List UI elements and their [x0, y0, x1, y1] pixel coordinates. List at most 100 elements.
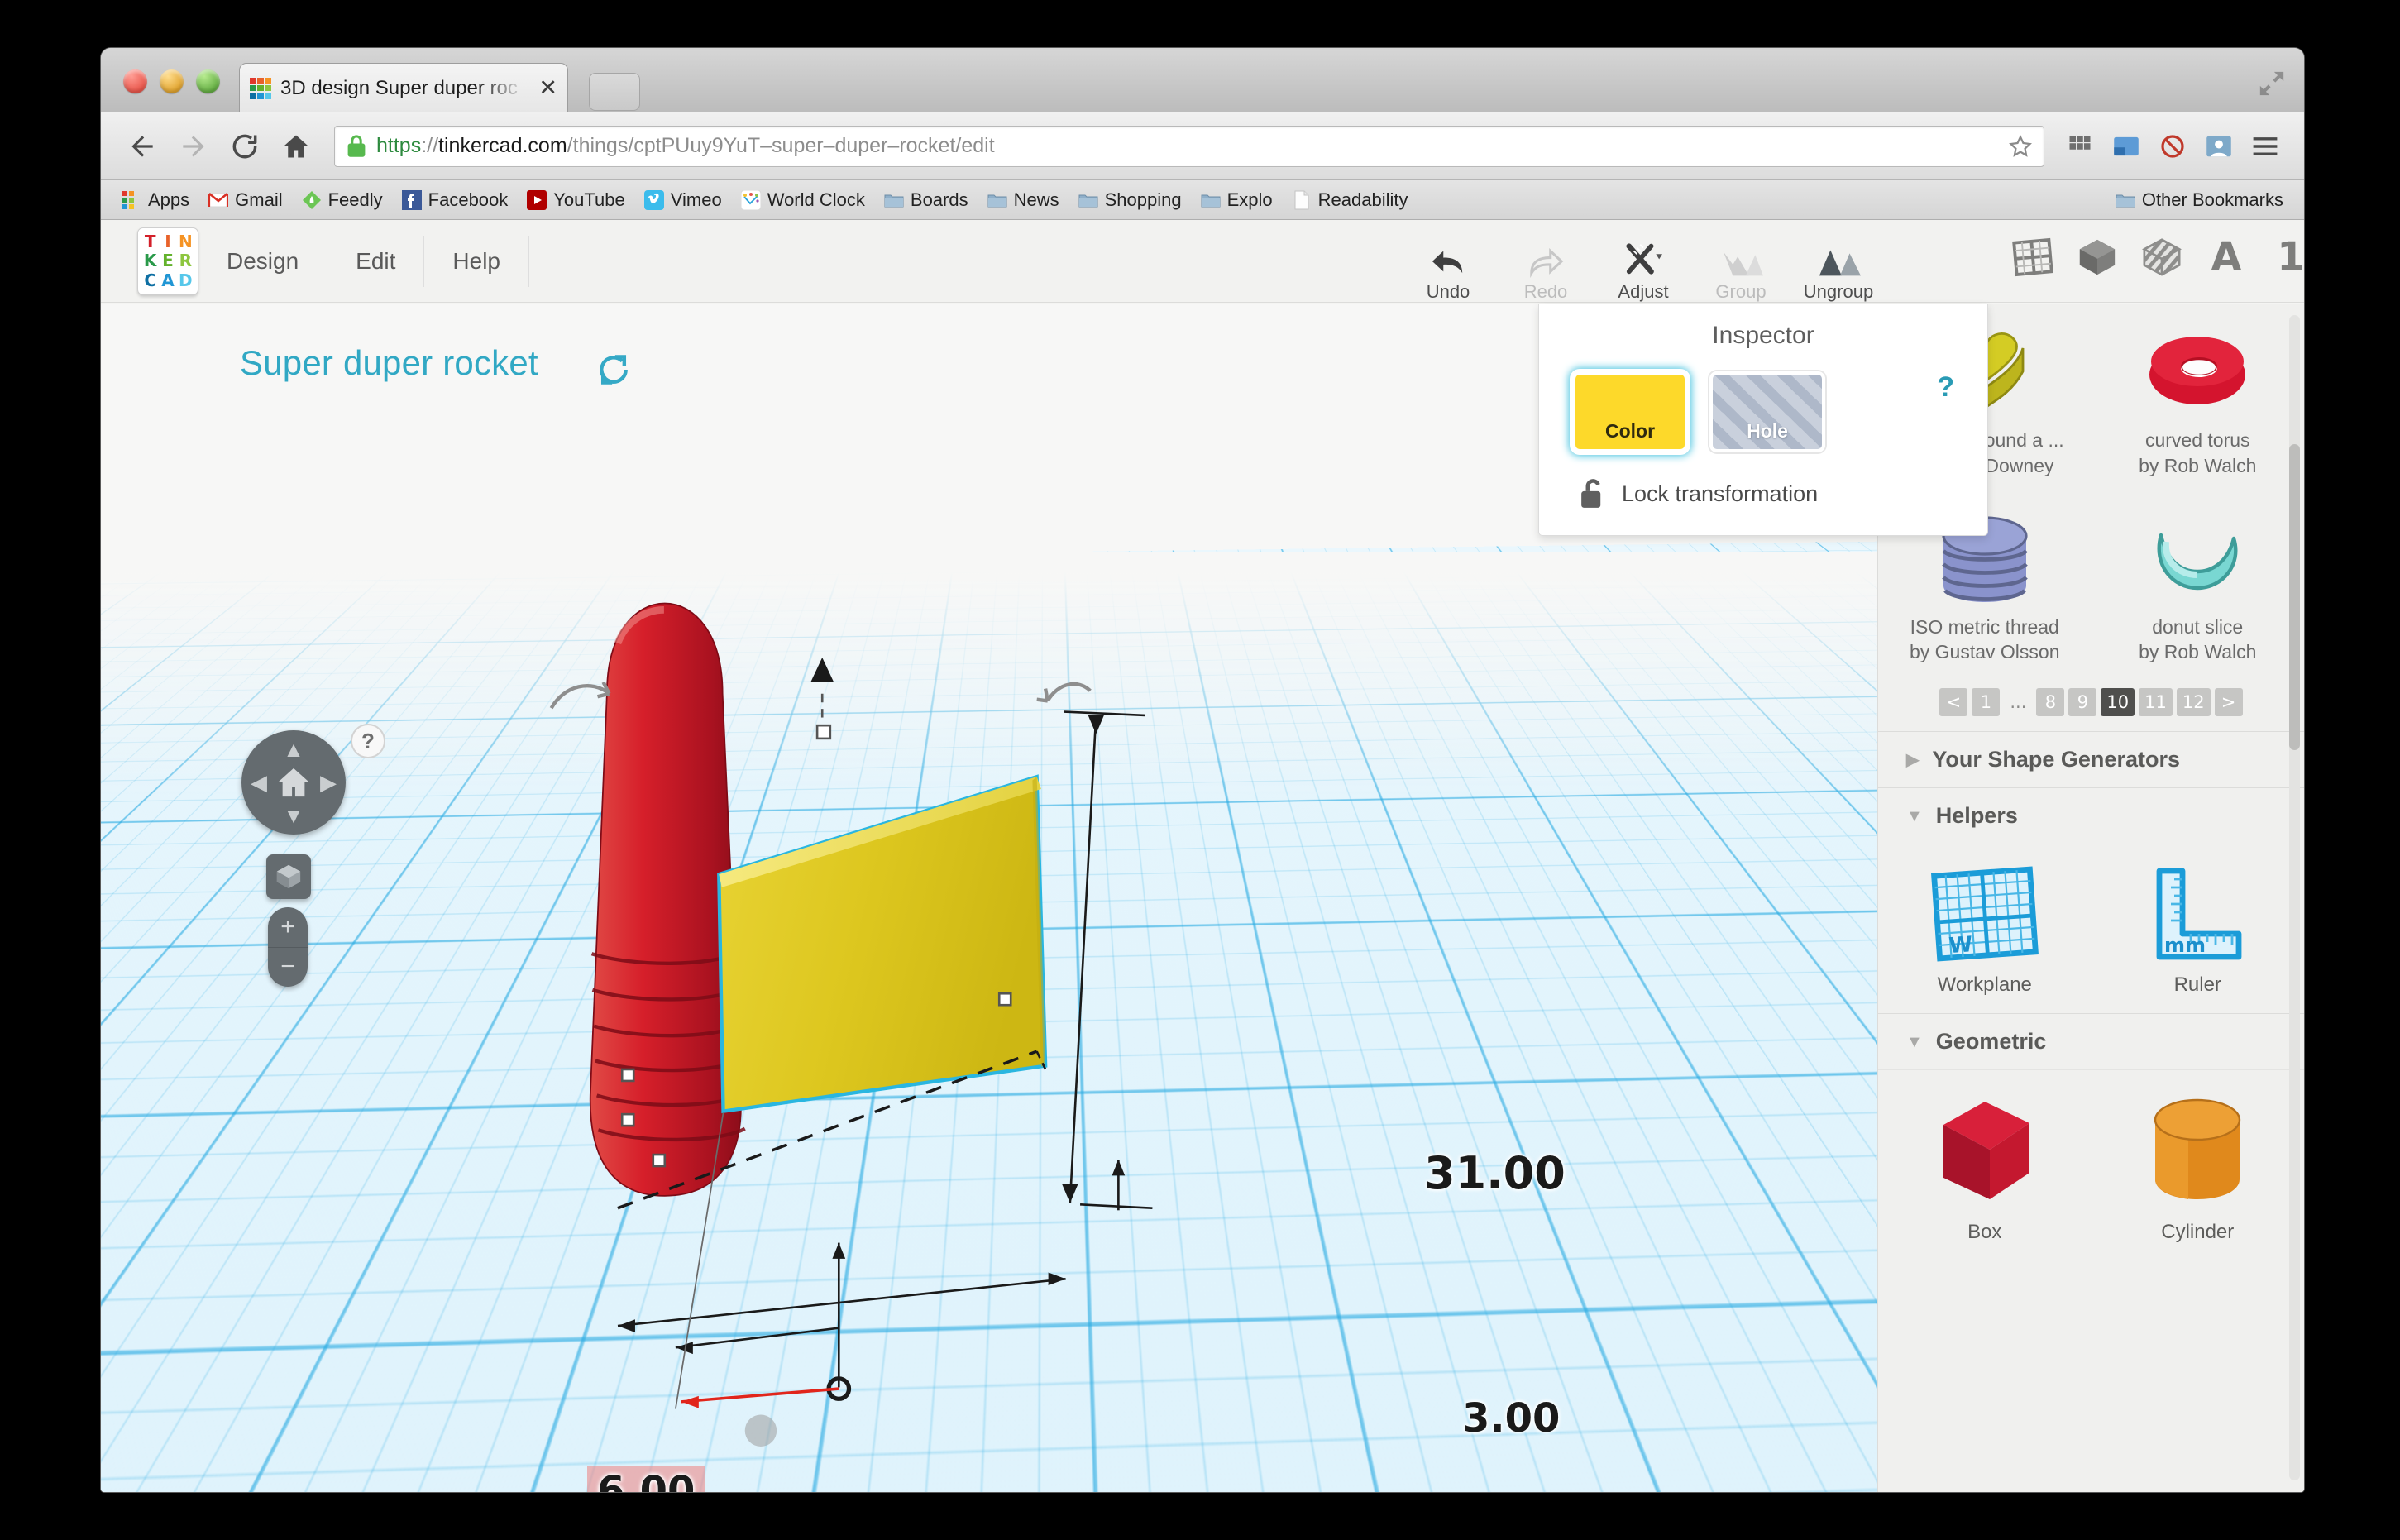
- ruler-helper-thumb: mm: [2100, 863, 2297, 965]
- star-icon[interactable]: [2007, 133, 2034, 160]
- window-maximize-button[interactable]: [196, 69, 220, 93]
- adjust-tools-icon: [1620, 240, 1666, 278]
- back-button[interactable]: [119, 123, 165, 170]
- canvas-help-badge[interactable]: ?: [351, 724, 385, 758]
- dimension-base-offset[interactable]: 3.00: [1462, 1395, 1560, 1442]
- geometric-item-box[interactable]: Box: [1878, 1070, 2092, 1260]
- ungroup-button[interactable]: Ungroup: [1790, 230, 1887, 303]
- view-down-arrow[interactable]: ▼: [283, 805, 304, 826]
- bookmark-shopping[interactable]: Shopping: [1073, 187, 1188, 213]
- folder-icon: [884, 194, 904, 207]
- hole-swatch-button[interactable]: Hole: [1709, 371, 1825, 452]
- lock-icon: [347, 134, 366, 157]
- section-your-shape-generators[interactable]: ▶ Your Shape Generators: [1878, 731, 2304, 787]
- page-button-1[interactable]: 1: [1972, 688, 2001, 717]
- zoom-in-button[interactable]: +: [268, 907, 308, 948]
- workplane-grid-icon[interactable]: [2011, 235, 2054, 280]
- browser-tab[interactable]: 3D design Super duper roc ✕: [239, 63, 568, 112]
- undo-button[interactable]: Undo: [1399, 230, 1497, 303]
- bookmark-label: News: [1013, 189, 1059, 210]
- bookmark-gmail[interactable]: Gmail: [203, 187, 288, 213]
- geometric-grid: Box Cylinder: [1878, 1069, 2304, 1260]
- helper-item-ruler[interactable]: mm Ruler: [2092, 844, 2305, 1013]
- view-left-arrow[interactable]: ◀: [251, 772, 267, 793]
- hole-cube-icon[interactable]: [2140, 235, 2183, 280]
- zoom-out-button[interactable]: −: [268, 948, 308, 988]
- menu-help[interactable]: Help: [424, 235, 530, 287]
- bookmark-readability[interactable]: Readability: [1286, 187, 1414, 213]
- tinkercad-logo[interactable]: T I N K E R C A D: [137, 227, 198, 295]
- bookmark-news[interactable]: News: [982, 187, 1065, 213]
- bookmark-feedly[interactable]: Feedly: [296, 187, 389, 213]
- sidebar-scrollbar-thumb[interactable]: [2289, 444, 2300, 750]
- menu-edit[interactable]: Edit: [327, 235, 425, 287]
- section-helpers[interactable]: ▼ Helpers: [1878, 787, 2304, 844]
- block-icon[interactable]: [2152, 126, 2193, 167]
- shape-item[interactable]: donut slice by Rob Walch: [2092, 490, 2305, 677]
- shape-item[interactable]: curved torus by Rob Walch: [2092, 304, 2305, 490]
- address-bar[interactable]: https://tinkercad.com/things/cptPUuy9YuT…: [334, 125, 2044, 167]
- logo-letter: C: [144, 270, 156, 290]
- refresh-icon[interactable]: [595, 352, 632, 388]
- page-button-11[interactable]: 11: [2139, 688, 2173, 717]
- shape-name: donut slice: [2152, 615, 2244, 638]
- color-swatch-button[interactable]: Color: [1572, 371, 1688, 452]
- zoom-controls[interactable]: + −: [268, 907, 308, 987]
- page-prev-button[interactable]: <: [1939, 688, 1968, 717]
- page-button-9[interactable]: 9: [2068, 688, 2097, 717]
- group-button[interactable]: Group: [1692, 230, 1790, 303]
- page-next-button[interactable]: >: [2214, 688, 2243, 717]
- adjust-button[interactable]: Adjust: [1594, 230, 1692, 303]
- apps-grid-icon[interactable]: [2059, 126, 2101, 167]
- bookmark-world-clock[interactable]: World Clock: [735, 187, 871, 213]
- menu-design[interactable]: Design: [198, 235, 328, 287]
- svg-text:mm: mm: [2164, 934, 2206, 957]
- forward-button[interactable]: [170, 123, 217, 170]
- bookmark-vimeo[interactable]: Vimeo: [638, 187, 728, 213]
- view-right-arrow[interactable]: ▶: [320, 772, 337, 793]
- page-button-8[interactable]: 8: [2036, 688, 2065, 717]
- redo-button[interactable]: Redo: [1497, 230, 1594, 303]
- dimension-height[interactable]: 31.00: [1424, 1147, 1566, 1199]
- reload-button[interactable]: [222, 123, 268, 170]
- window-minimize-button[interactable]: [160, 69, 184, 93]
- close-icon[interactable]: ✕: [538, 77, 557, 99]
- shape-name: curved torus: [2144, 429, 2250, 451]
- inspector-help-icon[interactable]: ?: [1937, 371, 1954, 404]
- chevron-down-icon: ▼: [1906, 806, 1923, 825]
- section-geometric[interactable]: ▼ Geometric: [1878, 1013, 2304, 1069]
- lock-transformation-row[interactable]: Lock transformation: [1539, 452, 1987, 510]
- number-one-icon[interactable]: 1: [2269, 235, 2304, 280]
- view-navigation-pad[interactable]: ▲ ▼ ◀ ▶: [241, 730, 346, 835]
- dimension-thickness[interactable]: 6.00: [587, 1466, 705, 1492]
- text-a-icon[interactable]: A: [2205, 235, 2248, 280]
- logo-letter: T: [144, 232, 156, 252]
- new-tab-button[interactable]: [589, 73, 640, 111]
- bookmark-boards[interactable]: Boards: [878, 187, 974, 213]
- other-bookmarks-folder[interactable]: Other Bookmarks: [2110, 187, 2289, 213]
- page-title[interactable]: Super duper rocket: [240, 343, 538, 383]
- solid-cube-icon[interactable]: [2076, 235, 2119, 280]
- curved-torus-thumb: [2100, 318, 2297, 428]
- logo-letter: E: [162, 251, 174, 271]
- menu-icon[interactable]: [2245, 126, 2286, 167]
- bookmark-youtube[interactable]: YouTube: [521, 187, 630, 213]
- folder-icon: [1201, 194, 1221, 207]
- helper-item-workplane[interactable]: W Workplane: [1878, 844, 2092, 1013]
- home-button[interactable]: [273, 123, 319, 170]
- account-icon[interactable]: [2198, 126, 2240, 167]
- view-cube-icon[interactable]: [266, 854, 311, 899]
- home-icon[interactable]: [275, 765, 313, 800]
- window-close-button[interactable]: [123, 69, 147, 93]
- geometric-item-cylinder[interactable]: Cylinder: [2092, 1070, 2305, 1260]
- bookmark-apps[interactable]: Apps: [116, 187, 195, 213]
- window-resize-icon[interactable]: [2258, 69, 2286, 98]
- group-mountains-icon: [1719, 240, 1763, 278]
- ungroup-mountains-icon: [1816, 240, 1861, 278]
- page-button-12[interactable]: 12: [2176, 688, 2211, 717]
- cast-icon[interactable]: [2106, 126, 2147, 167]
- view-up-arrow[interactable]: ▲: [283, 739, 304, 760]
- bookmark-explo[interactable]: Explo: [1195, 187, 1279, 213]
- bookmark-facebook[interactable]: Facebook: [396, 187, 514, 213]
- page-button-10[interactable]: 10: [2101, 688, 2135, 717]
